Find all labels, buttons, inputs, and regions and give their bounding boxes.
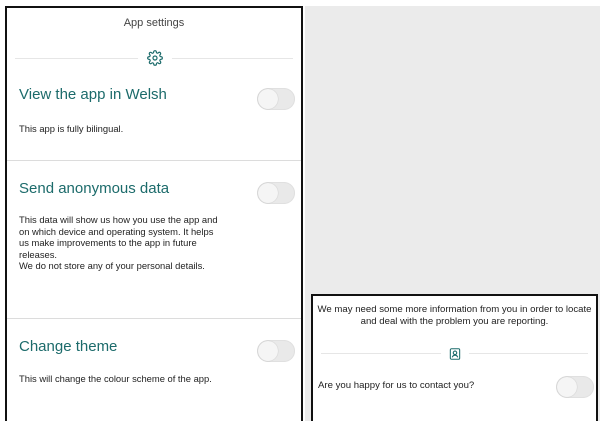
gear-icon bbox=[138, 41, 172, 75]
change-theme-toggle[interactable] bbox=[257, 340, 295, 362]
section-divider bbox=[7, 160, 301, 161]
setting-title-anonymous-data: Send anonymous data bbox=[19, 180, 170, 197]
setting-description-change-theme: This will change the colour scheme of th… bbox=[19, 373, 212, 384]
contact-panel: We may need some more information from y… bbox=[311, 294, 598, 421]
setting-title-change-theme: Change theme bbox=[19, 338, 118, 355]
contact-card-icon bbox=[441, 340, 469, 368]
anonymous-data-toggle[interactable] bbox=[257, 182, 295, 204]
contact-permission-toggle[interactable] bbox=[556, 376, 594, 398]
welsh-toggle[interactable] bbox=[257, 88, 295, 110]
section-divider bbox=[7, 318, 301, 319]
setting-welsh: View the app in Welsh This app is fully … bbox=[7, 86, 301, 166]
app-settings-panel: App settings View the app in Welsh This … bbox=[5, 6, 303, 421]
setting-description-anonymous-data: This data will show us how you use the a… bbox=[19, 214, 218, 272]
setting-title-welsh: View the app in Welsh bbox=[19, 86, 167, 103]
page-title: App settings bbox=[123, 17, 185, 29]
contact-intro-text: We may need some more information from y… bbox=[317, 304, 592, 327]
contact-question: Are you happy for us to contact you? bbox=[318, 380, 475, 391]
setting-description-welsh: This app is fully bilingual. bbox=[19, 123, 124, 134]
setting-change-theme: Change theme This will change the colour… bbox=[7, 338, 301, 418]
setting-anonymous-data: Send anonymous data This data will show … bbox=[7, 180, 301, 320]
